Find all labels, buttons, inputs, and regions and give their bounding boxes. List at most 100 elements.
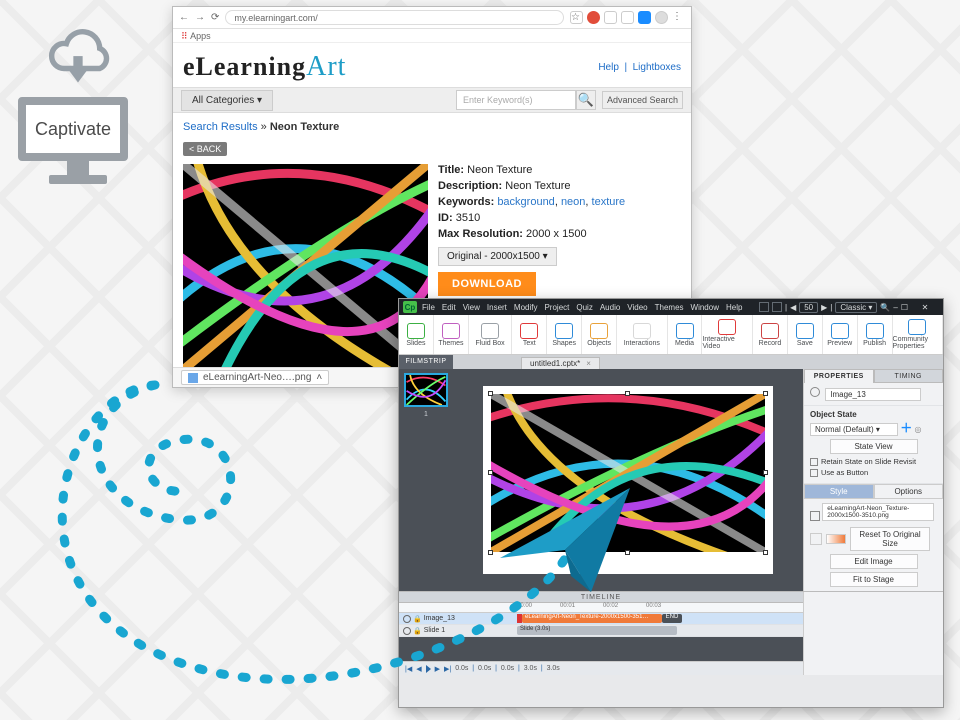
- ext-shield-icon[interactable]: [621, 11, 634, 24]
- keyword-input[interactable]: Enter Keyword(s): [456, 90, 576, 110]
- ext-opera-icon[interactable]: [587, 11, 600, 24]
- add-state-icon[interactable]: ＋: [900, 421, 912, 435]
- use-as-button-checkbox[interactable]: Use as Button: [810, 468, 937, 477]
- object-name-input[interactable]: Image_13: [825, 388, 921, 401]
- timeline-bar-slide[interactable]: Slide (3.0s): [517, 626, 677, 635]
- menu-modify[interactable]: Modify: [514, 303, 538, 312]
- crumb-search-results[interactable]: Search Results: [183, 121, 258, 133]
- layout-icon[interactable]: [759, 302, 769, 312]
- advanced-search-link[interactable]: Advanced Search: [602, 91, 683, 109]
- filmstrip-thumb[interactable]: [404, 373, 448, 407]
- edit-image-button[interactable]: Edit Image: [830, 554, 918, 569]
- ribbon-record[interactable]: Record: [753, 315, 788, 354]
- color-swatch-icon[interactable]: [826, 534, 846, 544]
- document-tab[interactable]: untitled1.cptx*×: [521, 357, 600, 369]
- menu-window[interactable]: Window: [691, 303, 719, 312]
- site-logo[interactable]: eLearningArt: [183, 51, 346, 83]
- ribbon-shapes[interactable]: Shapes: [547, 315, 582, 354]
- tl-prev-icon[interactable]: ◀: [416, 665, 421, 673]
- timeline-track-slide[interactable]: 🔒 Slide 1 Slide (3.0s): [399, 625, 803, 637]
- help-link[interactable]: Help: [598, 62, 619, 73]
- size-select[interactable]: Original - 2000x1500 ▾: [438, 247, 557, 266]
- image-file-field[interactable]: eLearningArt-Neon_Texture-2000x1500-3510…: [822, 503, 934, 521]
- ext-star-icon[interactable]: ☆: [570, 11, 583, 24]
- ribbon-preview[interactable]: Preview: [823, 315, 858, 354]
- menu-video[interactable]: Video: [627, 303, 647, 312]
- tl-play-icon[interactable]: [426, 665, 431, 673]
- ribbon-interactions[interactable]: Interactions: [617, 315, 668, 354]
- download-button[interactable]: DOWNLOAD: [438, 272, 536, 296]
- menu-help[interactable]: Help: [726, 303, 742, 312]
- menu-audio[interactable]: Audio: [600, 303, 620, 312]
- lock-icon[interactable]: 🔒: [413, 627, 422, 635]
- edit-pencil-icon[interactable]: [810, 533, 822, 545]
- menu-view[interactable]: View: [463, 303, 480, 312]
- chrome-menu-icon[interactable]: ⋮: [672, 11, 685, 24]
- keyword-background[interactable]: background: [497, 196, 555, 208]
- ribbon-slides[interactable]: Slides: [399, 315, 434, 354]
- ribbon-publish[interactable]: Publish: [858, 315, 893, 354]
- fit-to-stage-button[interactable]: Fit to Stage: [830, 572, 918, 587]
- ribbon-objects[interactable]: Objects: [582, 315, 617, 354]
- tab-timing[interactable]: TIMING: [874, 369, 944, 383]
- category-select[interactable]: All Categories ▾: [181, 90, 273, 111]
- timeline-track-image[interactable]: 🔒 Image_13 eLearningArt-Neon_Texture-200…: [399, 613, 803, 625]
- lock-icon[interactable]: 🔒: [413, 615, 422, 623]
- search-icon[interactable]: 🔍: [576, 90, 596, 110]
- tl-last-icon[interactable]: ▶|: [444, 665, 451, 673]
- state-target-icon[interactable]: ◎: [914, 425, 921, 434]
- menu-quiz[interactable]: Quiz: [576, 303, 592, 312]
- assets-icon[interactable]: [772, 302, 782, 312]
- address-bar[interactable]: my.elearningart.com/: [225, 10, 564, 25]
- back-button[interactable]: < BACK: [183, 142, 227, 156]
- subtab-options[interactable]: Options: [874, 484, 944, 499]
- tl-next-icon[interactable]: ▶: [435, 665, 440, 673]
- canvas-area[interactable]: [453, 369, 803, 591]
- apps-grid-icon[interactable]: ⠿: [181, 31, 188, 41]
- chevron-up-icon[interactable]: ˄: [316, 372, 322, 383]
- menu-edit[interactable]: Edit: [442, 303, 456, 312]
- ribbon-text[interactable]: Text: [512, 315, 547, 354]
- reset-original-button[interactable]: Reset To Original Size: [850, 527, 930, 551]
- workspace-select[interactable]: Classic ▾: [835, 302, 877, 313]
- visibility-icon[interactable]: [403, 627, 411, 635]
- minimize-icon[interactable]: –: [893, 303, 897, 312]
- ribbon-media[interactable]: Media: [668, 315, 703, 354]
- subtab-style[interactable]: Style: [804, 484, 874, 499]
- menu-project[interactable]: Project: [544, 303, 569, 312]
- nav-fwd-icon[interactable]: →: [195, 12, 205, 23]
- visibility-icon[interactable]: [403, 615, 411, 623]
- retain-state-checkbox[interactable]: Retain State on Slide Revisit: [810, 457, 937, 466]
- reload-icon[interactable]: ⟳: [211, 12, 219, 23]
- ribbon-save[interactable]: Save: [788, 315, 823, 354]
- lightboxes-link[interactable]: Lightboxes: [633, 62, 681, 73]
- tab-close-icon[interactable]: ×: [586, 359, 591, 368]
- close-icon[interactable]: ✕: [911, 303, 939, 312]
- ribbon-community-properties[interactable]: Community Properties: [893, 315, 944, 354]
- apps-label[interactable]: Apps: [190, 31, 211, 41]
- zoom-next-icon[interactable]: ▶: [821, 303, 827, 312]
- tab-properties[interactable]: PROPERTIES: [804, 369, 874, 383]
- ribbon-interactive-video[interactable]: Interactive Video: [702, 315, 753, 354]
- image-swap-icon[interactable]: [810, 511, 820, 521]
- tl-first-icon[interactable]: |◀: [405, 665, 412, 673]
- placed-image[interactable]: [491, 394, 765, 552]
- zoom-value[interactable]: 50: [799, 302, 818, 313]
- ext-chat-icon[interactable]: [638, 11, 651, 24]
- menu-themes[interactable]: Themes: [655, 303, 684, 312]
- keyword-neon[interactable]: neon: [561, 196, 585, 208]
- maximize-icon[interactable]: ☐: [901, 303, 908, 312]
- ext-avatar-icon[interactable]: [655, 11, 668, 24]
- download-chip[interactable]: eLearningArt-Neo….png ˄: [181, 370, 329, 385]
- search-icon[interactable]: 🔍: [880, 303, 890, 312]
- nav-back-icon[interactable]: ←: [179, 12, 189, 23]
- ext-box-icon[interactable]: [604, 11, 617, 24]
- timeline-bar-image[interactable]: eLearningArt-Neon_Texture-2000x1500-351…: [522, 614, 662, 623]
- state-select[interactable]: Normal (Default) ▾: [810, 423, 898, 436]
- keyword-texture[interactable]: texture: [592, 196, 626, 208]
- slide-stage[interactable]: [483, 386, 773, 574]
- ribbon-fluid-box[interactable]: Fluid Box: [469, 315, 513, 354]
- ribbon-themes[interactable]: Themes: [434, 315, 469, 354]
- zoom-prev-icon[interactable]: ◀: [790, 303, 796, 312]
- state-view-button[interactable]: State View: [830, 439, 918, 454]
